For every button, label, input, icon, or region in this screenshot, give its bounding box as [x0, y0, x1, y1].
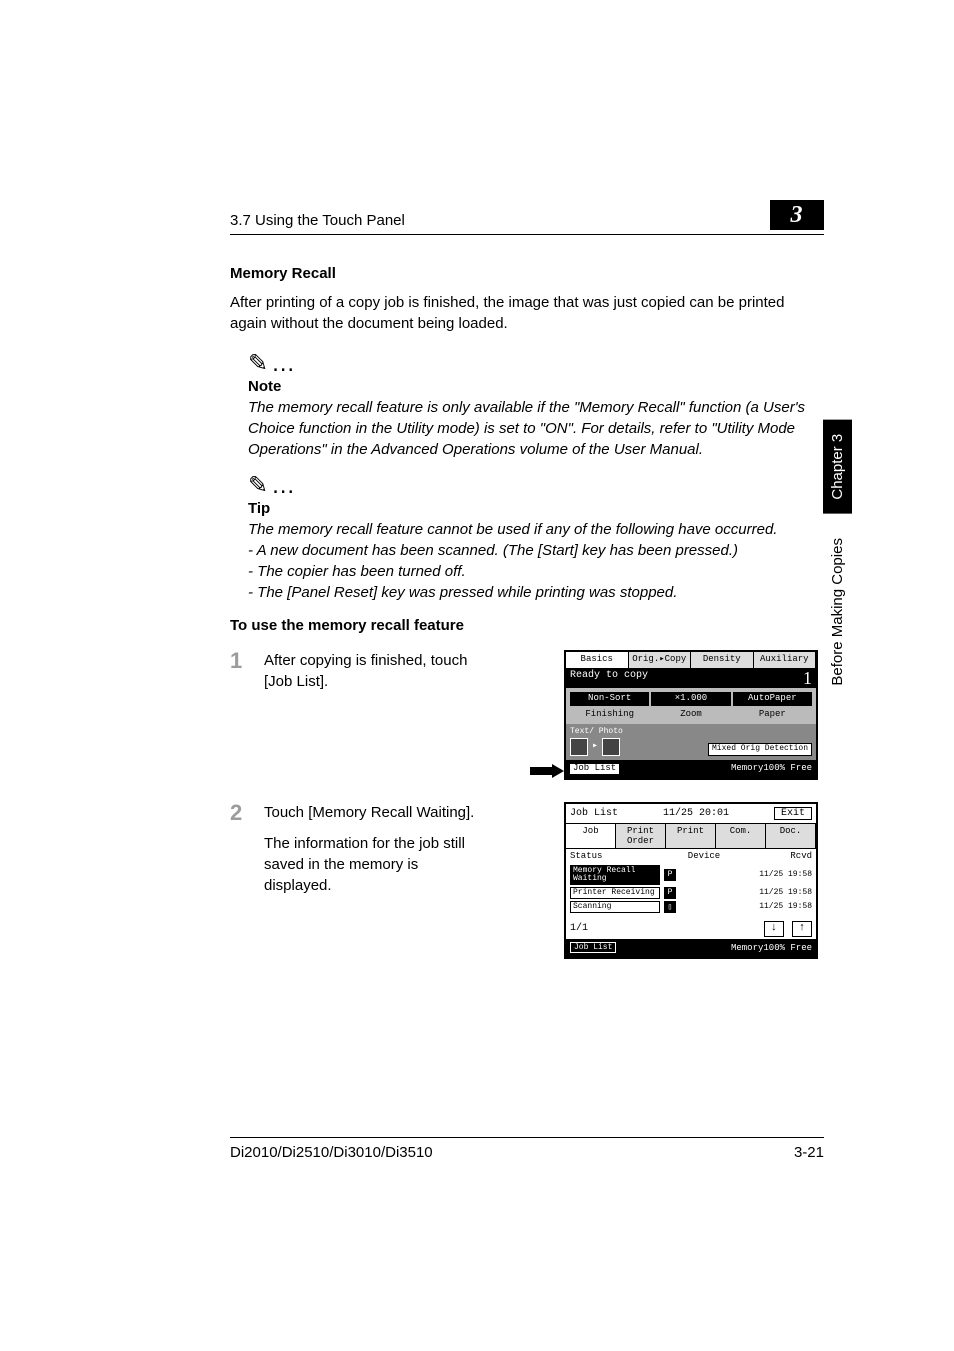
density-dark-icon[interactable] — [602, 738, 620, 756]
row-2-time: 11/25 19:58 — [759, 889, 812, 896]
device-icon: ▯ — [664, 901, 676, 913]
tip-label: Tip — [248, 500, 824, 517]
step-2-text2: The information for the job still saved … — [264, 833, 484, 896]
tab-print-order[interactable]: Print Order — [616, 824, 666, 848]
col-device: Device — [640, 851, 768, 861]
step-number-2: 2 — [230, 802, 248, 824]
zoom-ratio-button[interactable]: ×1.000 — [651, 692, 730, 706]
device-icon: P — [664, 869, 676, 881]
side-tab-chapter: Chapter 3 — [823, 420, 852, 514]
memory-free-label: Memory100% Free — [731, 764, 812, 774]
exit-button[interactable]: Exit — [774, 807, 812, 820]
memory-recall-waiting-button[interactable]: Memory Recall Waiting — [570, 865, 660, 885]
tab-job[interactable]: Job — [566, 824, 616, 848]
step-1-text: After copying is finished, touch [Job Li… — [264, 650, 484, 692]
density-light-icon[interactable] — [570, 738, 588, 756]
row-3-time: 11/25 19:58 — [759, 903, 812, 910]
text-photo-label: Text/ Photo — [570, 728, 623, 736]
tab-orig-copy[interactable]: Orig.▸Copy — [629, 652, 692, 668]
copy-count: 1 — [803, 670, 812, 686]
header-section-ref: 3.7 Using the Touch Panel — [230, 212, 405, 230]
non-sort-button[interactable]: Non-Sort — [570, 692, 649, 706]
zoom-label: Zoom — [651, 710, 730, 720]
job-list-footer-button[interactable]: Job List — [570, 942, 616, 953]
paper-label: Paper — [733, 710, 812, 720]
tip-item-2: - The copier has been turned off. — [248, 561, 824, 582]
memory-free-label-2: Memory100% Free — [731, 943, 812, 953]
note-body: The memory recall feature is only availa… — [248, 399, 805, 458]
tip-block: ✎… Tip The memory recall feature cannot … — [248, 474, 824, 603]
tab-auxiliary[interactable]: Auxiliary — [754, 652, 817, 668]
col-rcvd: Rcvd — [768, 851, 812, 861]
datetime-label: 11/25 20:01 — [663, 808, 729, 819]
figure-1-touch-panel: Basics Orig.▸Copy Density Auxiliary Read… — [564, 650, 818, 780]
finishing-label: Finishing — [570, 710, 649, 720]
status-text: Ready to copy — [570, 670, 648, 686]
side-tab: Before Making Copies Chapter 3 — [823, 400, 852, 706]
note-label: Note — [248, 378, 824, 395]
page-indicator: 1/1 — [570, 923, 588, 934]
tab-com[interactable]: Com. — [716, 824, 766, 848]
tab-print[interactable]: Print — [666, 824, 716, 848]
tip-lead: The memory recall feature cannot be used… — [248, 519, 824, 540]
procedure-heading: To use the memory recall feature — [230, 617, 824, 634]
page-up-button[interactable]: ↑ — [792, 921, 812, 937]
step-number-1: 1 — [230, 650, 248, 672]
note-block: ✎… Note The memory recall feature is onl… — [248, 352, 824, 460]
tab-basics[interactable]: Basics — [566, 652, 629, 668]
side-tab-title: Before Making Copies — [823, 518, 852, 706]
auto-paper-button[interactable]: AutoPaper — [733, 692, 812, 706]
tab-doc[interactable]: Doc. — [766, 824, 816, 848]
row-1-time: 11/25 19:58 — [759, 871, 812, 878]
tip-icon: ✎… — [248, 474, 824, 498]
printer-receiving-button[interactable]: Printer Receiving — [570, 887, 660, 899]
device-icon: P — [664, 887, 676, 899]
note-icon: ✎… — [248, 352, 824, 376]
job-list-button[interactable]: Job List — [570, 764, 619, 774]
chapter-badge: 3 — [770, 200, 824, 230]
tab-density[interactable]: Density — [691, 652, 754, 668]
figure-2-job-list-panel: Job List 11/25 20:01 Exit Job Print Orde… — [564, 802, 818, 959]
chevron-right-icon: ▸ — [592, 741, 598, 752]
mixed-orig-detection-button[interactable]: Mixed Orig Detection — [708, 743, 812, 756]
tip-item-3: - The [Panel Reset] key was pressed whil… — [248, 582, 824, 603]
callout-arrow-icon — [530, 764, 564, 776]
section-title: Memory Recall — [230, 265, 824, 282]
footer-page: 3-21 — [794, 1144, 824, 1161]
step-2-text: Touch [Memory Recall Waiting]. — [264, 802, 484, 823]
footer-model: Di2010/Di2510/Di3010/Di3510 — [230, 1144, 433, 1161]
page-down-button[interactable]: ↓ — [764, 921, 784, 937]
scanning-button[interactable]: Scanning — [570, 901, 660, 913]
header-rule — [230, 234, 824, 235]
intro-paragraph: After printing of a copy job is finished… — [230, 292, 824, 334]
tip-item-1: - A new document has been scanned. (The … — [248, 540, 824, 561]
job-list-title: Job List — [570, 808, 618, 819]
col-status: Status — [570, 851, 640, 861]
